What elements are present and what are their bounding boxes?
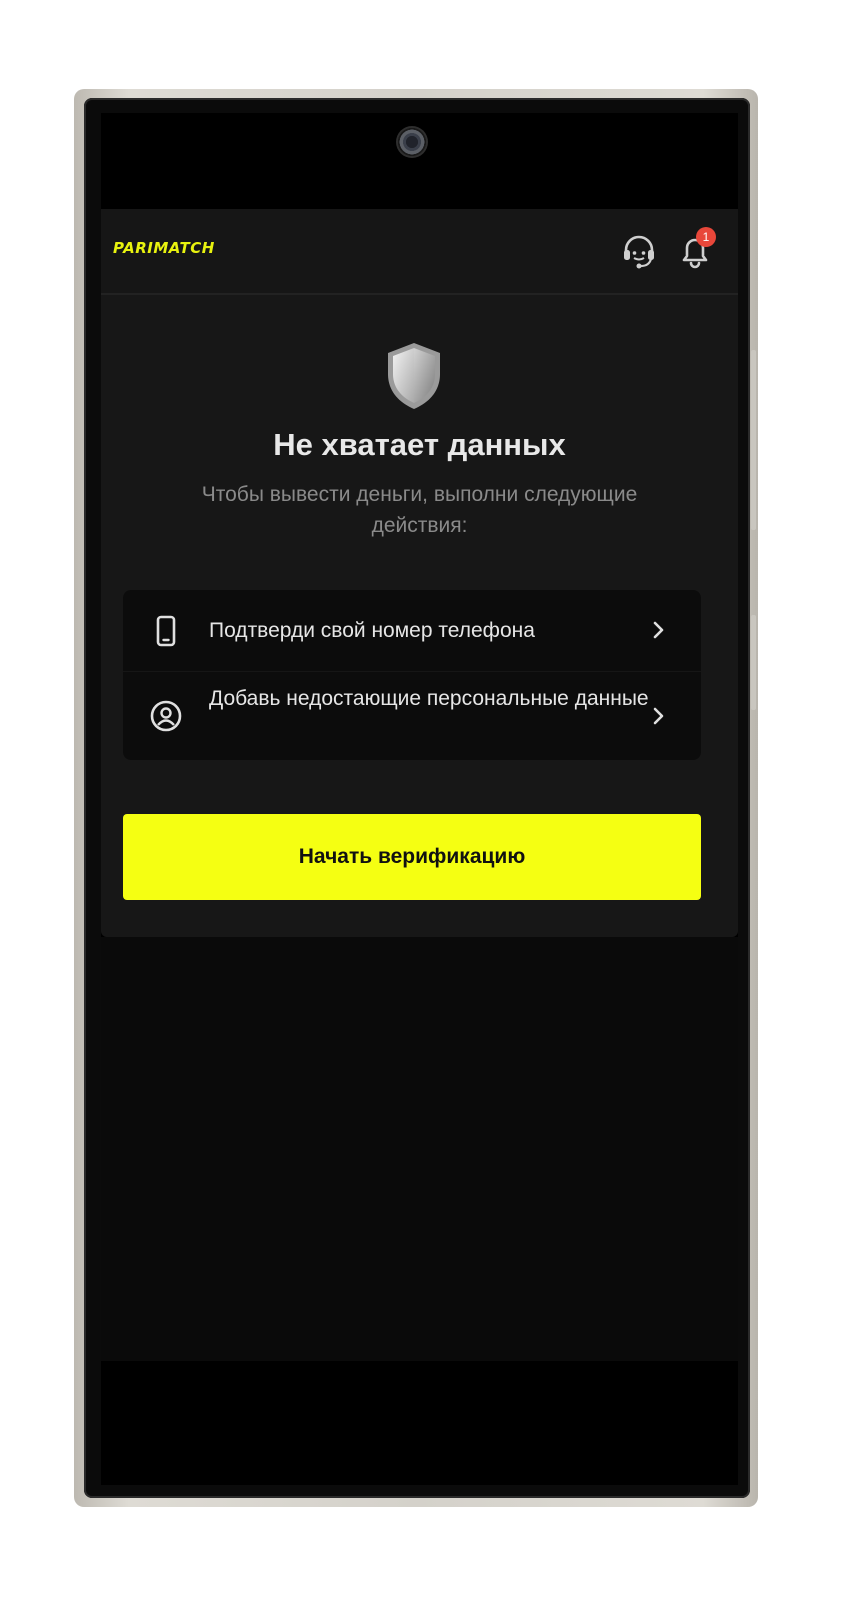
user-circle-icon xyxy=(150,700,182,732)
stage: PARIMATCH 1 Не хватает данных Чтобы выве… xyxy=(0,0,845,1600)
notifications-button[interactable]: 1 xyxy=(674,227,716,271)
page-title: Не хватает данных xyxy=(273,427,566,462)
phone-screen: PARIMATCH 1 Не хватает данных Чтобы выве… xyxy=(101,113,738,1485)
start-verification-button[interactable]: Начать верификацию xyxy=(123,814,701,900)
required-actions-list: Подтверди свой номер телефона Добавь нед… xyxy=(123,590,701,760)
chevron-right-icon xyxy=(653,707,664,725)
shield-icon xyxy=(388,343,440,409)
add-personal-data-label: Добавь недостающие персональные данные xyxy=(209,687,649,710)
support-button[interactable] xyxy=(619,231,659,271)
notification-badge: 1 xyxy=(696,227,716,247)
chevron-right-icon xyxy=(653,621,664,639)
empty-content-area xyxy=(101,937,738,1361)
phone-icon xyxy=(156,615,176,647)
app-header: PARIMATCH 1 xyxy=(101,209,738,295)
front-camera xyxy=(398,128,426,156)
system-navigation-area xyxy=(101,1361,738,1485)
headset-icon xyxy=(624,235,654,269)
parimatch-logo[interactable]: PARIMATCH xyxy=(113,239,215,257)
page-subtitle: Чтобы вывести деньги, выполни следующие … xyxy=(201,483,638,537)
add-personal-data-item[interactable]: Добавь недостающие персональные данные xyxy=(123,672,701,760)
confirm-phone-label: Подтверди свой номер телефона xyxy=(209,619,535,642)
power-button xyxy=(751,350,756,530)
volume-button xyxy=(751,615,756,710)
missing-data-panel: Не хватает данных Чтобы вывести деньги, … xyxy=(101,295,738,937)
confirm-phone-item[interactable]: Подтверди свой номер телефона xyxy=(123,590,701,672)
status-bar xyxy=(101,113,738,209)
